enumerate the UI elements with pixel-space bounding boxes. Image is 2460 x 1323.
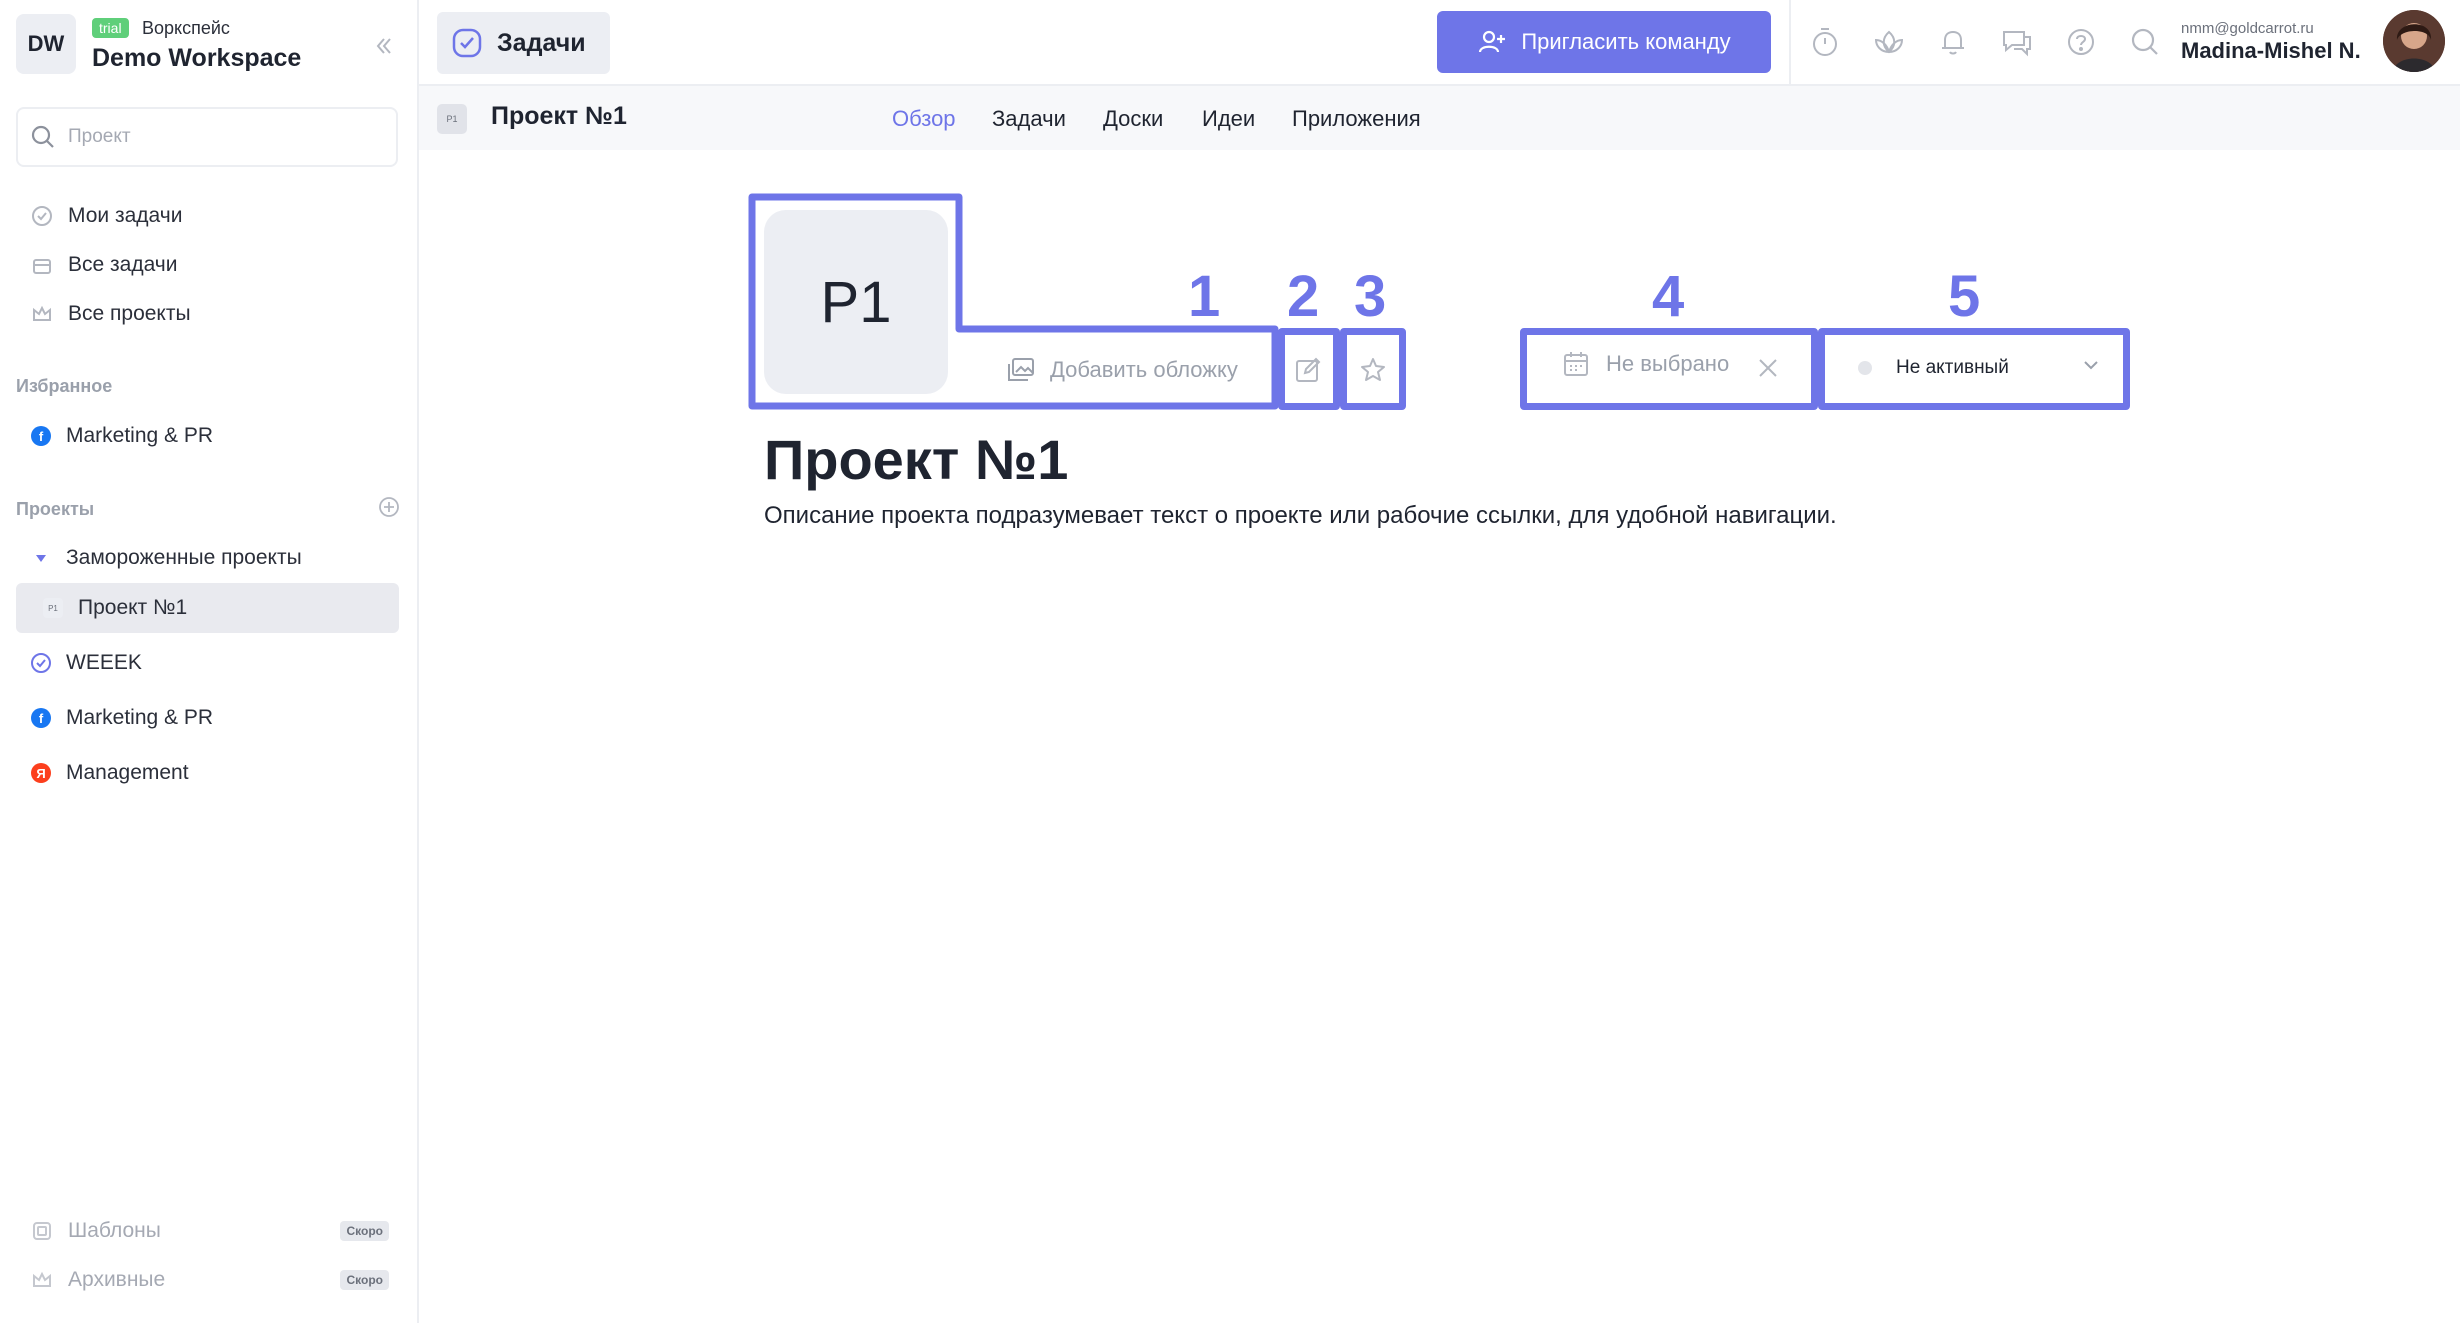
project-marketing-pr[interactable]: f Marketing & PR [16, 693, 399, 743]
search-input[interactable] [66, 125, 370, 149]
projects-heading: Проекты [16, 499, 95, 519]
tasks-check-icon [451, 27, 483, 59]
project-search[interactable] [16, 107, 398, 167]
user-email: nmm@goldcarrot.ru [2181, 20, 2314, 37]
search-icon [30, 124, 56, 150]
lotus-icon[interactable] [1871, 24, 1907, 60]
archived-label: Архивные [68, 1268, 166, 1291]
templates-label: Шаблоны [68, 1219, 161, 1242]
folder-frozen-projects[interactable]: Замороженные проекты [16, 533, 399, 583]
favorite-label: Marketing & PR [66, 424, 214, 447]
chevron-down-icon [2080, 354, 2102, 376]
annotation-number-2: 2 [1287, 264, 1320, 329]
edit-icon[interactable] [1290, 352, 1326, 388]
user-name[interactable]: Madina-Mishel N. [2181, 38, 2361, 64]
project-weeek[interactable]: WEEEK [16, 638, 399, 688]
annotation-number-3: 3 [1354, 264, 1387, 329]
tasks-module-button[interactable]: Задачи [437, 12, 610, 74]
nav-label: Все проекты [68, 302, 191, 325]
project-label: WEEEK [66, 651, 142, 674]
invite-team-button[interactable]: Пригласить команду [1437, 11, 1771, 73]
project-badge: P1 [42, 597, 64, 619]
archive-icon [30, 1268, 54, 1292]
search-icon[interactable] [2127, 24, 2163, 60]
tab-overview[interactable]: Обзор [892, 106, 956, 132]
status-dot [1858, 361, 1872, 375]
image-icon [1006, 355, 1036, 385]
sidebar-item-project-1[interactable]: P1 Проект №1 [16, 583, 399, 633]
deadline-field[interactable]: Не выбрано [1562, 350, 1729, 378]
favorites-heading: Избранное [16, 376, 113, 396]
tab-ideas[interactable]: Идеи [1202, 106, 1255, 132]
sidebar: DW trial Воркспейс Demo Workspace Мои за… [0, 0, 419, 1323]
nav-all-projects[interactable]: Все проекты [16, 291, 399, 337]
add-user-icon [1477, 27, 1507, 57]
annotation-number-4: 4 [1652, 264, 1685, 329]
soon-badge: Скоро [340, 1221, 389, 1241]
nav-archived: Архивные Скоро [16, 1257, 399, 1303]
tab-tasks[interactable]: Задачи [992, 106, 1066, 132]
folder-label: Замороженные проекты [66, 546, 302, 569]
nav-label: Мои задачи [68, 204, 183, 227]
add-project-icon[interactable] [378, 496, 404, 522]
status-dropdown[interactable]: Не активный [1852, 346, 2112, 390]
project-label: Marketing & PR [66, 706, 214, 729]
project-label: Проект №1 [78, 596, 188, 619]
timer-icon[interactable] [1807, 24, 1843, 60]
project-title[interactable]: Проект №1 [764, 428, 1068, 492]
calendar-icon [1562, 350, 1590, 378]
check-circle-icon [30, 204, 54, 228]
tab-boards[interactable]: Доски [1103, 106, 1163, 132]
nav-all-tasks[interactable]: Все задачи [16, 242, 399, 288]
deadline-value: Не выбрано [1606, 351, 1730, 376]
workspace-subtitle: Воркспейс [142, 18, 230, 38]
facebook-icon: f [30, 707, 52, 729]
project-label: Management [66, 761, 189, 784]
add-cover-button[interactable]: Добавить обложку [1006, 352, 1238, 388]
facebook-icon: f [30, 425, 52, 447]
chat-icon[interactable] [1999, 24, 2035, 60]
project-header: P1 Проект №1 Обзор Задачи Доски Идеи При… [419, 86, 2460, 150]
caret-down-icon [30, 547, 52, 569]
workspace-name[interactable]: Demo Workspace [92, 42, 301, 74]
close-icon[interactable] [1752, 352, 1784, 384]
module-label: Задачи [497, 28, 586, 57]
project-management[interactable]: Я Management [16, 748, 399, 798]
project-badge: P1 [437, 104, 467, 134]
add-cover-label: Добавить обложку [1050, 357, 1238, 382]
top-bar: Задачи Пригласить команду nmm@goldcarrot… [419, 0, 2460, 86]
workspace-header[interactable]: DW trial Воркспейс Demo Workspace [16, 12, 408, 74]
project-description[interactable]: Описание проекта подразумевает текст о п… [764, 500, 1837, 532]
status-value: Не активный [1896, 357, 2009, 378]
project-header-title: Проект №1 [491, 102, 627, 130]
trial-badge: trial [92, 18, 129, 38]
soon-badge: Скоро [340, 1270, 389, 1290]
bell-icon[interactable] [1935, 24, 1971, 60]
favorite-marketing-pr[interactable]: f Marketing & PR [16, 411, 399, 461]
help-icon[interactable] [2063, 24, 2099, 60]
top-divider [1789, 0, 1791, 86]
invite-label: Пригласить команду [1521, 29, 1731, 54]
user-avatar[interactable] [2383, 10, 2445, 72]
crown-icon [30, 302, 54, 326]
star-icon[interactable] [1355, 352, 1391, 388]
collapse-sidebar-icon[interactable] [366, 28, 402, 64]
check-badge-icon [30, 652, 52, 674]
annotation-number-5: 5 [1948, 264, 1981, 329]
yandex-icon: Я [30, 762, 52, 784]
inbox-icon [30, 253, 54, 277]
annotation-number-1: 1 [1188, 264, 1221, 329]
nav-label: Все задачи [68, 253, 178, 276]
template-icon [30, 1219, 54, 1243]
nav-templates: Шаблоны Скоро [16, 1208, 399, 1254]
nav-my-tasks[interactable]: Мои задачи [16, 193, 399, 239]
tab-apps[interactable]: Приложения [1292, 106, 1421, 132]
workspace-avatar[interactable]: DW [16, 14, 76, 74]
